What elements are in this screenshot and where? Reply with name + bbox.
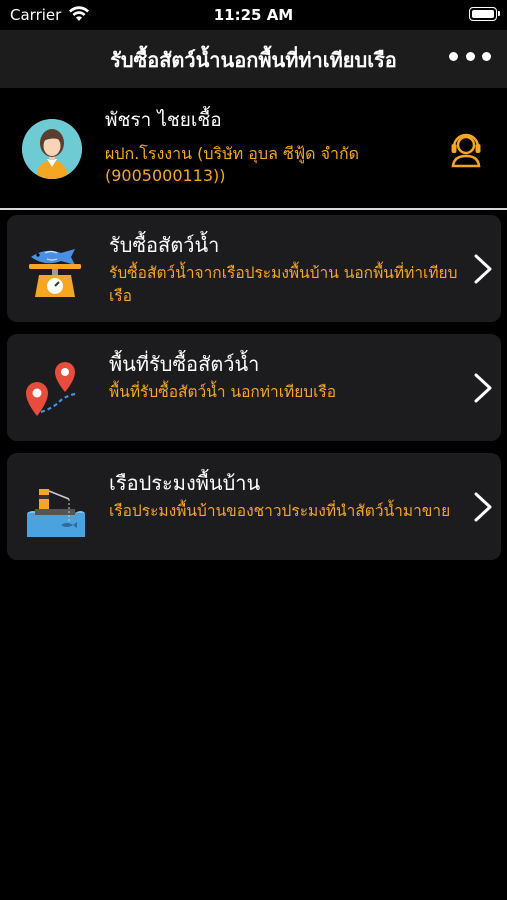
- status-bar: Carrier 11:25 AM: [0, 0, 507, 30]
- more-options-button[interactable]: [449, 42, 491, 70]
- clock: 11:25 AM: [213, 6, 294, 24]
- page-title: รับซื้อสัตว์น้ำนอกพื้นที่ท่าเทียบเรือ: [110, 48, 397, 72]
- chevron-right-icon: [474, 373, 492, 403]
- menu-item-buy-aquatic[interactable]: รับซื้อสัตว์น้ำ รับซื้อสัตว์น้ำจากเรือปร…: [7, 215, 501, 322]
- chevron-right-icon: [474, 492, 492, 522]
- menu-item-title: เรือประมงพื้นบ้าน: [109, 471, 261, 495]
- user-name: พัชรา ไชยเชื้อ: [105, 109, 222, 131]
- menu-item-description: พื้นที่รับซื้อสัตว์น้ำ นอกท่าเทียบเรือ: [109, 383, 337, 401]
- user-profile: พัชรา ไชยเชื้อ ผปก.โรงงาน (บริษัท อุบล ซ…: [0, 88, 507, 208]
- fishing-boat-icon: [27, 489, 85, 537]
- divider: [0, 208, 507, 210]
- menu-item-title: รับซื้อสัตว์น้ำ: [109, 233, 220, 257]
- ellipsis-icon: [449, 51, 458, 61]
- map-pins-route-icon: [26, 362, 76, 416]
- ellipsis-icon: [465, 51, 475, 61]
- menu-item-title: พื้นที่รับซื้อสัตว์น้ำ: [109, 352, 260, 376]
- navigation-bar: รับซื้อสัตว์น้ำนอกพื้นที่ท่าเทียบเรือ: [0, 30, 507, 88]
- woman-avatar-icon: [22, 119, 82, 179]
- menu-item-fishing-boats[interactable]: เรือประมงพื้นบ้าน เรือประมงพื้นบ้านของชา…: [7, 453, 501, 560]
- user-company: ผปก.โรงงาน (บริษัท อุบล ซีฟู้ด จำกัด (90…: [105, 144, 360, 185]
- menu-item-description: รับซื้อสัตว์น้ำจากเรือประมงพื้นบ้าน นอกพ…: [109, 264, 458, 305]
- customer-support-icon[interactable]: [447, 130, 485, 168]
- menu-item-description: เรือประมงพื้นบ้านของชาวประมงที่นำสัตว์น้…: [109, 502, 451, 520]
- chevron-right-icon: [474, 254, 492, 284]
- fish-scale-icon: [29, 249, 81, 297]
- ellipsis-icon: [482, 51, 491, 61]
- menu-item-buying-area[interactable]: พื้นที่รับซื้อสัตว์น้ำ พื้นที่รับซื้อสัต…: [7, 334, 501, 441]
- avatar: [22, 119, 82, 179]
- battery-icon: [469, 7, 500, 21]
